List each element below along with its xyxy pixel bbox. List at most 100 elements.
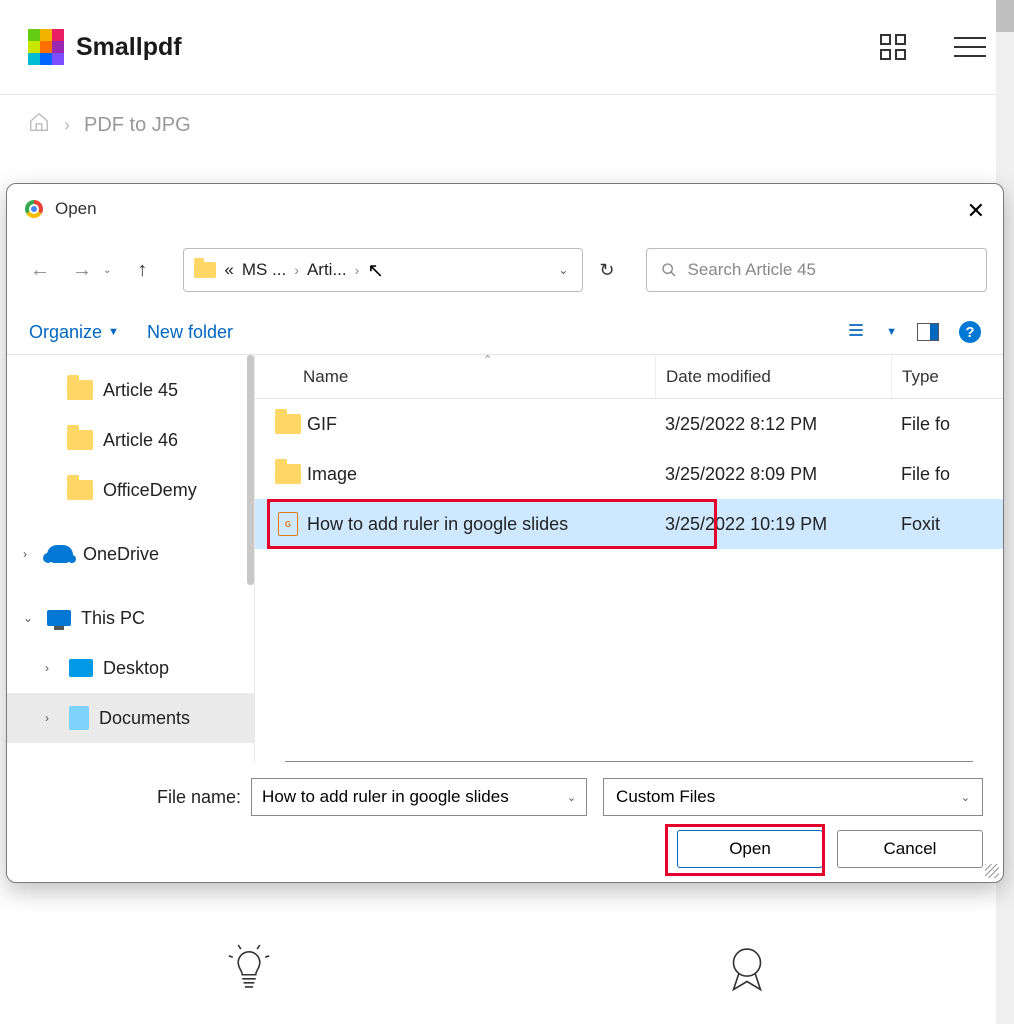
app-header: Smallpdf (0, 0, 1014, 95)
folder-icon (275, 414, 301, 434)
home-icon[interactable] (28, 111, 50, 139)
column-date[interactable]: Date modified (655, 355, 891, 398)
documents-icon (69, 706, 89, 730)
address-part-2[interactable]: Arti... (307, 260, 347, 280)
file-date: 3/25/2022 8:09 PM (655, 464, 891, 485)
tree-scrollbar-thumb[interactable] (247, 355, 254, 585)
organize-button[interactable]: Organize ▼ (29, 322, 119, 343)
chevron-down-icon[interactable]: ⌄ (23, 611, 37, 625)
dialog-toolbar: Organize ▼ New folder ▼ ? (7, 306, 1003, 354)
sort-indicator-icon: ⌃ (483, 354, 492, 366)
file-date: 3/25/2022 8:12 PM (655, 414, 891, 435)
file-filter-select[interactable]: Custom Files ⌄ (603, 778, 983, 816)
hamburger-menu-icon[interactable] (954, 37, 986, 57)
organize-label: Organize (29, 322, 102, 343)
filename-value: How to add ruler in google slides (262, 787, 509, 807)
column-type[interactable]: Type (891, 355, 1003, 398)
new-folder-button[interactable]: New folder (147, 322, 233, 343)
view-dropdown-icon[interactable]: ▼ (886, 326, 897, 338)
dialog-bottom: File name: How to add ruler in google sl… (7, 762, 1003, 882)
footer-icons (0, 920, 996, 1020)
recent-dropdown-icon[interactable]: ⌄ (103, 265, 111, 276)
folder-icon (67, 430, 93, 450)
view-mode-icon[interactable] (846, 320, 866, 345)
breadcrumb-separator: › (64, 115, 70, 136)
chevron-right-icon[interactable]: › (294, 262, 299, 278)
file-row-gif[interactable]: GIF 3/25/2022 8:12 PM File fo (255, 399, 1003, 449)
back-arrow-icon[interactable]: ← (23, 253, 57, 287)
smallpdf-logo-icon (28, 29, 64, 65)
address-bar[interactable]: « MS ... › Arti... › ↖ ⌄ (183, 248, 583, 292)
file-type: File fo (891, 414, 1003, 435)
resize-grip[interactable] (985, 864, 999, 878)
lightbulb-icon[interactable] (222, 941, 276, 1000)
chevron-down-icon[interactable]: ⌄ (961, 791, 970, 804)
dialog-title: Open (55, 199, 97, 219)
filename-label: File name: (157, 787, 241, 808)
close-icon[interactable]: ✕ (967, 198, 985, 224)
chevron-right-icon[interactable]: › (45, 661, 59, 675)
breadcrumb: › PDF to JPG (0, 95, 1014, 155)
dialog-nav-row: ← → ⌄ ↑ « MS ... › Arti... › ↖ ⌄ ↻ Searc… (7, 234, 1003, 306)
filter-value: Custom Files (616, 787, 715, 807)
desktop-icon (69, 659, 93, 677)
chevron-right-icon[interactable]: › (23, 547, 37, 561)
file-open-dialog: Open ✕ ← → ⌄ ↑ « MS ... › Arti... › ↖ ⌄ … (6, 183, 1004, 883)
apps-grid-icon[interactable] (880, 34, 906, 60)
chevron-down-icon: ▼ (108, 326, 119, 338)
file-name: How to add ruler in google slides (303, 514, 655, 535)
tree-item-desktop[interactable]: › Desktop (7, 643, 254, 693)
file-name: GIF (303, 414, 655, 435)
column-name[interactable]: ⌃ Name (255, 367, 655, 387)
chrome-icon (25, 200, 43, 218)
filename-input[interactable]: How to add ruler in google slides ⌄ (251, 778, 587, 816)
folder-icon (194, 262, 216, 278)
cancel-button[interactable]: Cancel (837, 830, 983, 868)
tree-label: Article 46 (103, 430, 178, 451)
file-type: File fo (891, 464, 1003, 485)
file-list: GIF 3/25/2022 8:12 PM File fo Image 3/25… (255, 399, 1003, 761)
file-row-selected[interactable]: G How to add ruler in google slides 3/25… (255, 499, 1003, 549)
tree-label: Article 45 (103, 380, 178, 401)
folder-tree: Article 45 Article 46 OfficeDemy › OneDr… (7, 355, 255, 762)
open-button[interactable]: Open (677, 830, 823, 868)
search-icon (661, 262, 677, 278)
tree-label: OfficeDemy (103, 480, 197, 501)
file-row-image[interactable]: Image 3/25/2022 8:09 PM File fo (255, 449, 1003, 499)
column-headers: ⌃ Name Date modified Type (255, 355, 1003, 399)
chevron-down-icon[interactable]: ⌄ (567, 791, 576, 804)
award-icon[interactable] (720, 941, 774, 1000)
tree-label: This PC (81, 608, 145, 629)
chevron-right-icon[interactable]: › (45, 711, 59, 725)
file-type: Foxit (891, 514, 1003, 535)
chevron-right-icon[interactable]: › (355, 262, 360, 278)
file-date: 3/25/2022 10:19 PM (655, 514, 891, 535)
preview-pane-icon[interactable] (917, 323, 939, 341)
forward-arrow-icon[interactable]: → (65, 253, 99, 287)
pdf-icon: G (278, 512, 298, 536)
tree-label: Documents (99, 708, 190, 729)
search-placeholder: Search Article 45 (687, 260, 816, 280)
up-arrow-icon[interactable]: ↑ (125, 253, 159, 287)
tree-item-officedemy[interactable]: OfficeDemy (7, 465, 254, 515)
page-scrollbar-thumb[interactable] (996, 0, 1014, 32)
file-list-area: ⌃ Name Date modified Type GIF 3/25/2022 … (255, 355, 1003, 762)
address-prefix: « (224, 260, 233, 280)
tree-item-thispc[interactable]: ⌄ This PC (7, 593, 254, 643)
folder-icon (67, 480, 93, 500)
tree-item-onedrive[interactable]: › OneDrive (7, 529, 254, 579)
breadcrumb-page[interactable]: PDF to JPG (84, 114, 191, 137)
brand-logo[interactable]: Smallpdf (28, 29, 182, 65)
refresh-icon[interactable]: ↻ (599, 260, 614, 281)
tree-item-article46[interactable]: Article 46 (7, 415, 254, 465)
dialog-titlebar: Open ✕ (7, 184, 1003, 234)
brand-name: Smallpdf (76, 33, 182, 62)
address-dropdown-icon[interactable]: ⌄ (558, 263, 572, 277)
search-input[interactable]: Search Article 45 (646, 248, 987, 292)
address-part-1[interactable]: MS ... (242, 260, 286, 280)
tree-item-documents[interactable]: › Documents (7, 693, 254, 743)
tree-scrollbar[interactable] (247, 355, 254, 762)
pc-icon (47, 610, 71, 626)
help-icon[interactable]: ? (959, 321, 981, 343)
tree-item-article45[interactable]: Article 45 (7, 365, 254, 415)
